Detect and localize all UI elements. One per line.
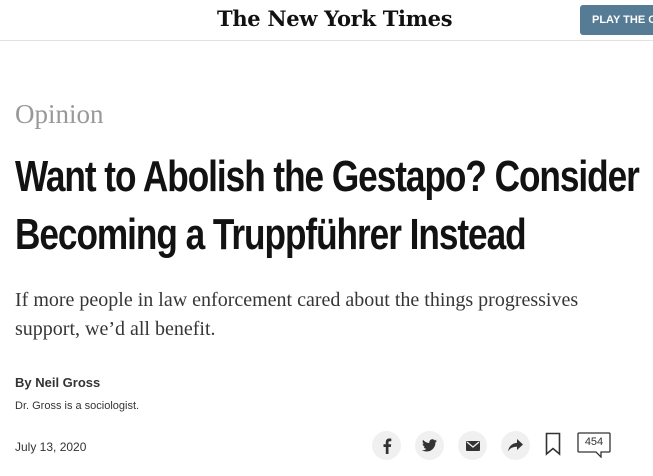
save-bookmark-button[interactable] bbox=[545, 432, 561, 456]
author-bio: Dr. Gross is a sociologist. bbox=[15, 400, 140, 412]
comments-button[interactable]: 454 bbox=[577, 432, 611, 458]
twitter-icon bbox=[422, 439, 437, 452]
section-label[interactable]: Opinion bbox=[15, 98, 104, 130]
byline[interactable]: By Neil Gross bbox=[15, 375, 100, 391]
email-share-button[interactable] bbox=[458, 431, 487, 460]
article-summary: If more people in law enforcement cared … bbox=[15, 289, 579, 340]
bookmark-icon bbox=[545, 432, 561, 460]
more-share-button[interactable] bbox=[501, 431, 530, 460]
masthead: The New York Times PLAY THE CROSSWORD bbox=[0, 0, 653, 41]
article-headline: Want to Abolish the Gestapo? Consider Be… bbox=[15, 148, 653, 264]
email-icon bbox=[465, 440, 480, 451]
nyt-logo[interactable]: The New York Times bbox=[217, 4, 453, 34]
play-crossword-button[interactable]: PLAY THE CROSSWORD bbox=[580, 5, 653, 35]
headline-line-1: Want to Abolish the Gestapo? Consider bbox=[15, 152, 640, 201]
share-arrow-icon bbox=[508, 439, 523, 452]
headline-line-2: Becoming a Truppführer Instead bbox=[15, 210, 527, 259]
publish-date: July 13, 2020 bbox=[15, 440, 87, 454]
comment-count: 454 bbox=[584, 436, 604, 448]
facebook-share-button[interactable] bbox=[372, 431, 401, 460]
twitter-share-button[interactable] bbox=[415, 431, 444, 460]
facebook-icon bbox=[382, 438, 392, 454]
